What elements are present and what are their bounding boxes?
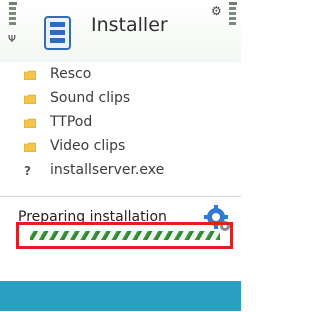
- list-item[interactable]: Video clips: [0, 138, 241, 160]
- folder-icon: [24, 70, 36, 80]
- list-item-label: Video clips: [50, 138, 126, 154]
- signal-strength-bars: [9, 2, 17, 27]
- folder-icon: [24, 118, 36, 128]
- progress-bar-highlight: [16, 222, 233, 249]
- unknown-file-icon: ?: [24, 164, 31, 178]
- list-item[interactable]: Resco: [0, 66, 241, 88]
- softkey-bar[interactable]: [0, 281, 241, 311]
- list-fade: [0, 176, 241, 196]
- battery-bars: [229, 2, 237, 27]
- status-header: Ψ Installer ⚙: [0, 0, 241, 62]
- folder-icon: [24, 142, 36, 152]
- list-item[interactable]: Sound clips: [0, 90, 241, 112]
- list-item-label: TTPod: [50, 114, 93, 130]
- progress-bar: [30, 231, 220, 240]
- antenna-icon: Ψ: [8, 34, 16, 45]
- list-item-label: Sound clips: [50, 90, 131, 106]
- list-item-label: Resco: [50, 66, 92, 82]
- app-title: Installer: [91, 14, 168, 36]
- folder-icon: [24, 94, 36, 104]
- installer-app-icon: [44, 16, 71, 50]
- list-item[interactable]: TTPod: [0, 114, 241, 136]
- options-icon[interactable]: ⚙: [211, 4, 222, 18]
